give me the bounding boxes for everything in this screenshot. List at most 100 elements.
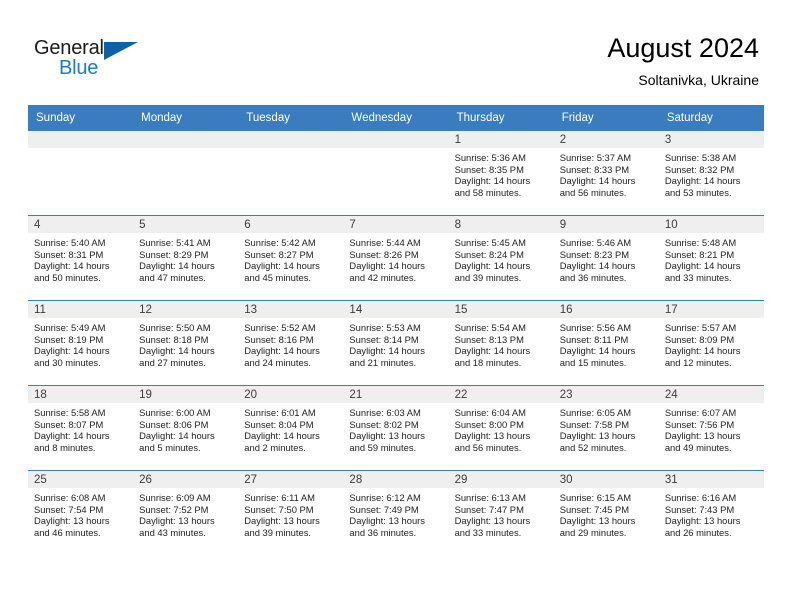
day-detail-sunrise: Sunrise: 5:41 AM bbox=[139, 237, 211, 248]
calendar-day-cell[interactable]: 11 Sunrise: 5:49 AM Sunset: 8:19 PM Dayligh… bbox=[28, 300, 134, 386]
calendar-cell-inner: 8 Sunrise: 5:45 AM Sunset: 8:24 PM Daylight… bbox=[448, 216, 554, 300]
calendar-day-cell[interactable]: 28 Sunrise: 6:12 AM Sunset: 7:49 PM Dayligh… bbox=[343, 470, 449, 555]
day-number: 29 bbox=[448, 471, 554, 488]
calendar-day-cell[interactable]: 24 Sunrise: 6:07 AM Sunset: 7:56 PM Dayligh… bbox=[658, 385, 764, 471]
day-details: Sunrise: 5:50 AM Sunset: 8:18 PM Daylight:… bbox=[133, 318, 238, 368]
calendar-day-cell[interactable]: 1 Sunrise: 5:36 AM Sunset: 8:35 PM Daylight… bbox=[448, 131, 554, 216]
calendar-day-cell[interactable]: 23 Sunrise: 6:05 AM Sunset: 7:58 PM Dayligh… bbox=[553, 385, 659, 471]
calendar-day-cell[interactable]: 8 Sunrise: 5:45 AM Sunset: 8:24 PM Daylight… bbox=[448, 215, 554, 301]
day-details: Sunrise: 6:00 AM Sunset: 8:06 PM Daylight:… bbox=[133, 403, 238, 453]
calendar-day-cell[interactable]: 26 Sunrise: 6:09 AM Sunset: 7:52 PM Dayligh… bbox=[133, 470, 239, 555]
day-detail-sunset: Sunset: 8:26 PM bbox=[349, 248, 419, 260]
calendar-day-cell[interactable]: 4 Sunrise: 5:40 AM Sunset: 8:31 PM Daylight… bbox=[28, 215, 134, 301]
day-details: Sunrise: 6:11 AM Sunset: 7:50 PM Daylight:… bbox=[238, 488, 343, 538]
calendar-day-cell[interactable]: 19 Sunrise: 6:00 AM Sunset: 8:06 PM Dayligh… bbox=[133, 385, 239, 471]
day-detail-sunset: Sunset: 8:09 PM bbox=[664, 333, 735, 345]
calendar-day-cell[interactable]: 13 Sunrise: 5:52 AM Sunset: 8:16 PM Dayligh… bbox=[238, 300, 344, 386]
calendar-day-cell[interactable]: 17 Sunrise: 5:57 AM Sunset: 8:09 PM Dayligh… bbox=[658, 300, 764, 386]
calendar-day-cell[interactable]: 10 Sunrise: 5:48 AM Sunset: 8:21 PM Dayligh… bbox=[658, 215, 764, 301]
day-detail-sunrise: Sunrise: 6:16 AM bbox=[664, 492, 737, 503]
day-detail-sunset: Sunset: 7:56 PM bbox=[664, 418, 735, 430]
day-detail-sunset: Sunset: 7:58 PM bbox=[559, 418, 630, 430]
calendar-day-cell[interactable]: 16 Sunrise: 5:56 AM Sunset: 8:11 PM Dayligh… bbox=[553, 300, 659, 386]
day-details: Sunrise: 5:53 AM Sunset: 8:14 PM Daylight:… bbox=[343, 318, 448, 368]
day-detail-daylight-line2: and 21 minutes. bbox=[349, 356, 417, 368]
day-detail-daylight-line2: and 58 minutes. bbox=[454, 186, 522, 198]
calendar-day-cell[interactable]: 18 Sunrise: 5:58 AM Sunset: 8:07 PM Dayligh… bbox=[28, 385, 134, 471]
calendar-day-cell[interactable]: 2 Sunrise: 5:37 AM Sunset: 8:33 PM Daylight… bbox=[553, 131, 659, 216]
calendar-week-row: 11 Sunrise: 5:49 AM Sunset: 8:19 PM Dayligh… bbox=[28, 300, 764, 386]
calendar-cell-inner: 10 Sunrise: 5:48 AM Sunset: 8:21 PM Dayligh… bbox=[658, 216, 764, 300]
calendar-day-cell[interactable]: 29 Sunrise: 6:13 AM Sunset: 7:47 PM Dayligh… bbox=[448, 470, 554, 555]
calendar-week-row: 25 Sunrise: 6:08 AM Sunset: 7:54 PM Dayligh… bbox=[28, 470, 764, 555]
day-detail-sunrise: Sunrise: 6:08 AM bbox=[34, 492, 106, 503]
day-number: 22 bbox=[448, 386, 554, 403]
calendar-day-cell[interactable]: 25 Sunrise: 6:08 AM Sunset: 7:54 PM Dayligh… bbox=[28, 470, 134, 555]
day-number: 17 bbox=[658, 301, 764, 318]
day-number: 4 bbox=[28, 216, 134, 233]
day-detail-daylight-line1: Daylight: 14 hours bbox=[349, 260, 425, 272]
calendar-day-cell[interactable]: 20 Sunrise: 6:01 AM Sunset: 8:04 PM Dayligh… bbox=[238, 385, 344, 471]
day-detail-sunset: Sunset: 8:24 PM bbox=[454, 248, 524, 260]
calendar-cell-inner: 31 Sunrise: 6:16 AM Sunset: 7:43 PM Dayligh… bbox=[658, 471, 764, 555]
day-details: Sunrise: 6:03 AM Sunset: 8:02 PM Daylight:… bbox=[343, 403, 448, 453]
weekday-header-tuesday: Tuesday bbox=[238, 105, 344, 131]
day-details: Sunrise: 6:01 AM Sunset: 8:04 PM Daylight:… bbox=[238, 403, 343, 453]
day-detail-sunrise: Sunrise: 6:05 AM bbox=[559, 407, 632, 418]
calendar-day-cell[interactable]: 15 Sunrise: 5:54 AM Sunset: 8:13 PM Dayligh… bbox=[448, 300, 554, 386]
calendar-day-cell[interactable]: 31 Sunrise: 6:16 AM Sunset: 7:43 PM Dayligh… bbox=[658, 470, 764, 555]
day-number bbox=[133, 131, 239, 148]
calendar-week-row: 18 Sunrise: 5:58 AM Sunset: 8:07 PM Dayligh… bbox=[28, 385, 764, 471]
day-details: Sunrise: 5:38 AM Sunset: 8:32 PM Daylight:… bbox=[659, 148, 764, 198]
day-detail-daylight-line1: Daylight: 13 hours bbox=[559, 515, 636, 527]
calendar-cell-inner: 12 Sunrise: 5:50 AM Sunset: 8:18 PM Dayligh… bbox=[133, 301, 239, 385]
brand-logo[interactable]: General Blue bbox=[34, 37, 144, 83]
calendar-day-cell[interactable]: 14 Sunrise: 5:53 AM Sunset: 8:14 PM Dayligh… bbox=[343, 300, 449, 386]
calendar-cell-inner: 17 Sunrise: 5:57 AM Sunset: 8:09 PM Dayligh… bbox=[658, 301, 764, 385]
calendar-cell-inner: 20 Sunrise: 6:01 AM Sunset: 8:04 PM Dayligh… bbox=[238, 386, 344, 470]
calendar-day-cell[interactable]: 27 Sunrise: 6:11 AM Sunset: 7:50 PM Dayligh… bbox=[238, 470, 344, 555]
day-number: 6 bbox=[238, 216, 344, 233]
day-detail-sunset: Sunset: 8:14 PM bbox=[349, 333, 419, 345]
calendar-day-cell[interactable]: 22 Sunrise: 6:04 AM Sunset: 8:00 PM Dayligh… bbox=[448, 385, 554, 471]
day-detail-daylight-line2: and 56 minutes. bbox=[454, 441, 522, 453]
calendar-day-cell[interactable]: 30 Sunrise: 6:15 AM Sunset: 7:45 PM Dayligh… bbox=[553, 470, 659, 555]
calendar-day-cell[interactable]: 12 Sunrise: 5:50 AM Sunset: 8:18 PM Dayligh… bbox=[133, 300, 239, 386]
day-details: Sunrise: 5:49 AM Sunset: 8:19 PM Daylight:… bbox=[28, 318, 133, 368]
calendar-cell-inner: 25 Sunrise: 6:08 AM Sunset: 7:54 PM Dayligh… bbox=[28, 471, 134, 555]
day-detail-sunset: Sunset: 8:06 PM bbox=[139, 418, 209, 430]
calendar-day-cell[interactable]: 5 Sunrise: 5:41 AM Sunset: 8:29 PM Daylight… bbox=[133, 215, 239, 301]
calendar-cell-inner: 2 Sunrise: 5:37 AM Sunset: 8:33 PM Daylight… bbox=[553, 131, 659, 215]
day-detail-daylight-line2: and 50 minutes. bbox=[34, 271, 101, 283]
day-number bbox=[28, 131, 134, 148]
day-number: 11 bbox=[28, 301, 134, 318]
calendar-cell-inner: 13 Sunrise: 5:52 AM Sunset: 8:16 PM Dayligh… bbox=[238, 301, 344, 385]
weekday-header-saturday: Saturday bbox=[658, 105, 764, 131]
day-details: Sunrise: 6:13 AM Sunset: 7:47 PM Daylight:… bbox=[449, 488, 554, 538]
day-number: 18 bbox=[28, 386, 134, 403]
day-detail-daylight-line2: and 43 minutes. bbox=[139, 526, 206, 538]
day-detail-daylight-line2: and 45 minutes. bbox=[244, 271, 311, 283]
calendar-day-cell[interactable]: 21 Sunrise: 6:03 AM Sunset: 8:02 PM Dayligh… bbox=[343, 385, 449, 471]
calendar-day-cell[interactable]: 9 Sunrise: 5:46 AM Sunset: 8:23 PM Daylight… bbox=[553, 215, 659, 301]
calendar-cell-inner bbox=[343, 131, 449, 215]
day-detail-daylight-line1: Daylight: 14 hours bbox=[139, 345, 215, 357]
calendar-day-cell[interactable]: 6 Sunrise: 5:42 AM Sunset: 8:27 PM Daylight… bbox=[238, 215, 344, 301]
day-detail-sunset: Sunset: 7:49 PM bbox=[349, 503, 419, 515]
day-detail-daylight-line1: Daylight: 13 hours bbox=[454, 515, 531, 527]
calendar-day-cell[interactable]: 3 Sunrise: 5:38 AM Sunset: 8:32 PM Daylight… bbox=[658, 131, 764, 216]
day-detail-sunset: Sunset: 8:18 PM bbox=[139, 333, 209, 345]
day-detail-daylight-line2: and 39 minutes. bbox=[244, 526, 311, 538]
day-detail-sunset: Sunset: 8:27 PM bbox=[244, 248, 314, 260]
calendar-day-cell[interactable]: 7 Sunrise: 5:44 AM Sunset: 8:26 PM Daylight… bbox=[343, 215, 449, 301]
day-detail-daylight-line1: Daylight: 14 hours bbox=[34, 260, 110, 272]
day-detail-daylight-line1: Daylight: 14 hours bbox=[664, 345, 741, 357]
calendar-page: General Blue August 2024 Soltanivka, Ukr… bbox=[0, 0, 792, 612]
day-detail-daylight-line1: Daylight: 13 hours bbox=[664, 430, 741, 442]
day-detail-daylight-line1: Daylight: 14 hours bbox=[664, 260, 741, 272]
day-number: 31 bbox=[658, 471, 764, 488]
day-number: 2 bbox=[553, 131, 659, 148]
day-details: Sunrise: 5:44 AM Sunset: 8:26 PM Daylight:… bbox=[343, 233, 448, 283]
day-detail-sunrise: Sunrise: 5:45 AM bbox=[454, 237, 526, 248]
day-detail-daylight-line1: Daylight: 13 hours bbox=[349, 430, 425, 442]
